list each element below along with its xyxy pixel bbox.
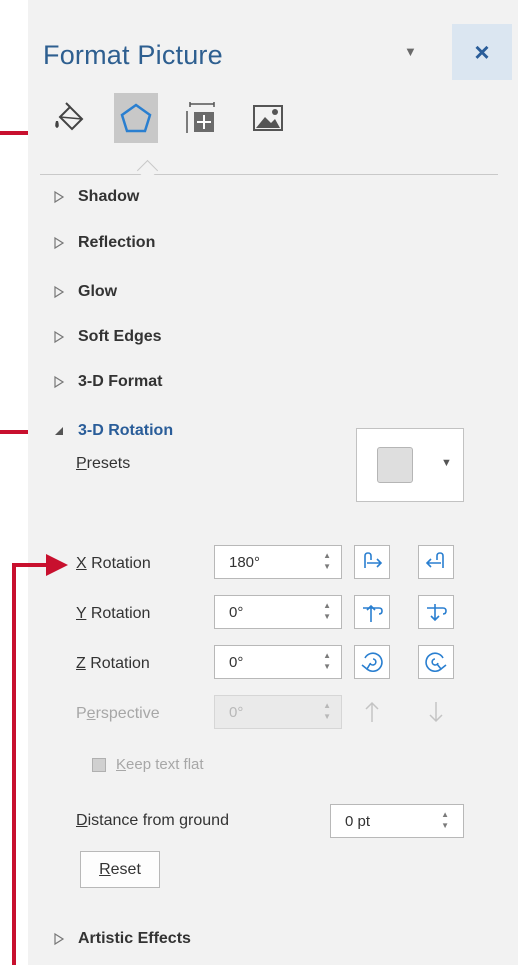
rotate-x-left-icon (364, 552, 383, 568)
tab-fill-line[interactable] (48, 93, 92, 143)
spinner-arrows-icon[interactable]: ▲ ▼ (323, 600, 331, 622)
perspective-label: Perspective (76, 705, 160, 722)
arrow-up-icon (365, 701, 379, 722)
fill-line-icon (55, 102, 84, 131)
rotate-y-up-icon (363, 604, 383, 622)
tab-effects[interactable] (114, 93, 158, 143)
rotate-z-clockwise-icon (425, 652, 447, 672)
z-rotation-label: Z Rotation (76, 655, 150, 672)
perspective-increase-button (354, 695, 390, 729)
y-rotation-down-button[interactable] (418, 595, 454, 629)
z-rotation-cw-button[interactable] (418, 645, 454, 679)
section-label: 3-D Format (78, 373, 163, 390)
close-button[interactable]: × (452, 24, 512, 80)
section-label: Artistic Effects (78, 930, 191, 947)
y-rotation-label: Y Rotation (76, 605, 151, 622)
section-3d-format[interactable]: 3-D Format (52, 373, 162, 391)
expand-triangle-icon (54, 375, 65, 389)
preset-swatch (377, 447, 413, 483)
y-rotation-up-button[interactable] (354, 595, 390, 629)
title-dropdown-icon[interactable]: ▼ (404, 44, 417, 59)
section-shadow[interactable]: Shadow (52, 188, 139, 206)
presets-label: Presets (76, 455, 131, 472)
close-icon: × (474, 36, 490, 67)
section-artistic-effects[interactable]: Artistic Effects (52, 930, 191, 948)
section-label: Soft Edges (78, 328, 162, 345)
distance-label: Distance from ground (76, 812, 229, 829)
section-label: Reflection (78, 234, 156, 251)
chevron-down-icon: ▼ (441, 457, 452, 469)
size-properties-icon (186, 102, 215, 133)
section-label: Glow (78, 283, 118, 300)
effects-pentagon-icon (120, 103, 152, 133)
rotate-x-right-icon (425, 552, 444, 568)
keep-text-flat-checkbox[interactable] (92, 758, 106, 772)
arrow-down-icon (429, 702, 443, 723)
perspective-decrease-button (418, 695, 454, 729)
section-3d-rotation[interactable]: 3-D Rotation (52, 422, 173, 440)
panel-title: Format Picture (43, 40, 223, 70)
x-rotation-left-button[interactable] (354, 545, 390, 579)
collapse-triangle-icon (55, 427, 63, 435)
callout-bracket-horizontal (12, 563, 48, 567)
distance-input[interactable]: 0 pt ▲ ▼ (330, 804, 464, 838)
callout-arrow-x-rotation-head (46, 554, 68, 576)
spinner-arrows-icon: ▲ ▼ (323, 701, 331, 721)
x-rotation-input[interactable]: 180° ▲ ▼ (214, 545, 342, 579)
reset-button[interactable]: Reset (80, 851, 160, 888)
tab-size-properties[interactable] (180, 93, 224, 143)
expand-triangle-icon (54, 236, 65, 250)
section-label: Shadow (78, 188, 140, 205)
section-glow[interactable]: Glow (52, 283, 117, 301)
perspective-input: 0° ▲ ▼ (214, 695, 342, 729)
z-rotation-input[interactable]: 0° ▲ ▼ (214, 645, 342, 679)
rotate-y-down-icon (427, 604, 447, 622)
z-rotation-ccw-button[interactable] (354, 645, 390, 679)
presets-dropdown[interactable]: ▼ (356, 428, 464, 502)
expand-triangle-icon (54, 285, 65, 299)
section-label: 3-D Rotation (78, 422, 174, 439)
y-rotation-input[interactable]: 0° ▲ ▼ (214, 595, 342, 629)
spinner-arrows-icon[interactable]: ▲ ▼ (323, 550, 331, 572)
callout-bracket-vertical (12, 563, 16, 965)
tab-picture[interactable] (246, 93, 290, 143)
section-soft-edges[interactable]: Soft Edges (52, 328, 162, 346)
expand-triangle-icon (54, 190, 65, 204)
rotate-z-counterclockwise-icon (361, 652, 383, 672)
x-rotation-label: X Rotation (76, 555, 151, 572)
expand-triangle-icon (54, 330, 65, 344)
picture-icon (253, 105, 283, 131)
keep-text-flat-label: Keep text flat (116, 756, 204, 773)
spinner-arrows-icon[interactable]: ▲ ▼ (323, 650, 331, 672)
section-reflection[interactable]: Reflection (52, 234, 155, 252)
expand-triangle-icon (54, 932, 65, 946)
tab-divider (40, 174, 498, 175)
spinner-arrows-icon[interactable]: ▲ ▼ (441, 809, 449, 831)
x-rotation-right-button[interactable] (418, 545, 454, 579)
